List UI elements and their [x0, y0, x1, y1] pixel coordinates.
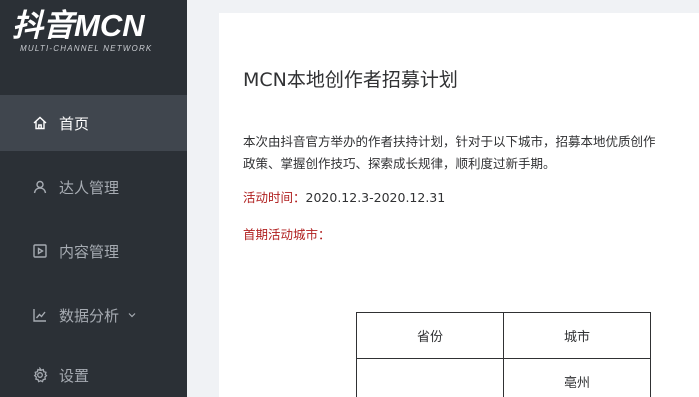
logo-main-text: 抖音MCN: [12, 8, 145, 43]
sidebar-item-label: 内容管理: [59, 242, 120, 261]
table-cell: [356, 358, 504, 397]
activity-time: 活动时间：2020.12.3-2020.12.31: [243, 187, 445, 206]
play-square-icon: [32, 243, 48, 259]
home-icon: [32, 115, 48, 131]
activity-time-label: 活动时间：: [243, 190, 306, 205]
logo-sub-text: MULTI-CHANNEL NETWORK: [20, 44, 153, 53]
table-header: 省份: [356, 312, 504, 359]
brand-logo[interactable]: 抖音MCN MULTI-CHANNEL NETWORK: [12, 8, 182, 63]
sidebar-item-analytics[interactable]: 数据分析: [0, 287, 187, 343]
intro-line: 政策、掌握创作技巧、探索成长规律，顺利度过新手期。: [243, 156, 556, 171]
table-header-row: 省份 城市: [356, 312, 651, 359]
sidebar-item-settings[interactable]: 设置: [0, 347, 187, 397]
chevron-down-icon: [127, 310, 137, 320]
sidebar-item-label: 达人管理: [59, 178, 120, 197]
user-icon: [32, 179, 48, 195]
cities-label: 首期活动城市：: [243, 227, 331, 242]
sidebar-item-label: 数据分析: [59, 306, 120, 325]
activity-time-value: 2020.12.3-2020.12.31: [305, 190, 446, 205]
sidebar-item-talent[interactable]: 达人管理: [0, 159, 187, 215]
content-card: MCN本地创作者招募计划 本次由抖音官方举办的作者扶持计划，针对于以下城市，招募…: [219, 13, 699, 397]
table-row: 亳州: [356, 358, 651, 397]
sidebar-item-label: 首页: [59, 114, 90, 133]
sidebar-item-content[interactable]: 内容管理: [0, 223, 187, 279]
line-chart-icon: [32, 307, 48, 323]
intro-paragraph: 本次由抖音官方举办的作者扶持计划，针对于以下城市，招募本地优质创作 政策、掌握创…: [243, 131, 699, 175]
sidebar-item-home[interactable]: 首页: [0, 95, 187, 151]
sidebar-item-label: 设置: [59, 366, 90, 385]
intro-line: 本次由抖音官方举办的作者扶持计划，针对于以下城市，招募本地优质创作: [243, 134, 656, 149]
sidebar: 抖音MCN MULTI-CHANNEL NETWORK 首页 达人管理 内容管理…: [0, 0, 187, 397]
table-cell: 亳州: [503, 358, 651, 397]
gear-icon: [32, 367, 48, 383]
cities-table: 省份 城市 亳州: [356, 312, 651, 397]
page-title: MCN本地创作者招募计划: [243, 69, 458, 91]
table-header: 城市: [503, 312, 651, 359]
